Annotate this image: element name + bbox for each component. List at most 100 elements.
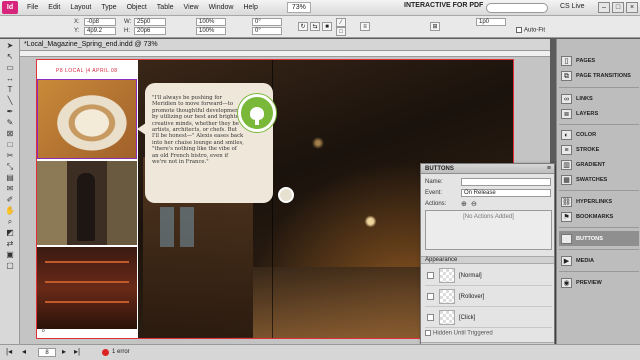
menu-view[interactable]: View [179, 4, 204, 11]
cs-live-button[interactable]: CS Live [560, 3, 585, 10]
buttons-panel-title[interactable]: BUTTONS [421, 164, 554, 174]
stroke-icon: ≡ [561, 144, 572, 155]
menu-type[interactable]: Type [96, 4, 121, 11]
type-tool-icon[interactable]: T [3, 85, 17, 94]
flip-icon[interactable]: ⇆ [310, 22, 320, 31]
minimize-icon[interactable]: – [598, 2, 610, 13]
page-tool-icon[interactable]: ▭ [3, 63, 17, 72]
stroke-none-icon[interactable]: ⁄ [336, 18, 346, 27]
next-page-icon[interactable]: ▸ [62, 347, 66, 356]
stroke-weight-field[interactable]: 1p0 [476, 18, 506, 26]
apply-color-icon[interactable]: ▣ [3, 250, 17, 259]
scissors-tool-icon[interactable]: ✂ [3, 151, 17, 160]
dock-color[interactable]: ◐ COLOR [559, 127, 639, 142]
state-checkbox[interactable] [427, 314, 434, 321]
rotate-cw-icon[interactable]: ↻ [298, 22, 308, 31]
button-name-field[interactable] [461, 178, 551, 186]
state-checkbox[interactable] [427, 293, 434, 300]
search-input[interactable] [486, 3, 548, 13]
state-checkbox[interactable] [427, 272, 434, 279]
dock-media[interactable]: ▶ MEDIA [559, 253, 639, 268]
quote-text[interactable]: "I'll always be pushing for Meridien to … [152, 95, 244, 165]
dock-pages[interactable]: ▯ PAGES [559, 53, 639, 68]
prev-page-icon[interactable]: ◂ [22, 347, 26, 356]
shear-field[interactable]: 0° [252, 27, 282, 35]
first-page-icon[interactable]: |◂ [6, 347, 12, 356]
close-icon[interactable]: × [626, 2, 638, 13]
woman-portrait-image[interactable] [37, 161, 137, 245]
rect-frame-tool-icon[interactable]: ⊠ [3, 129, 17, 138]
w-label: W: [124, 19, 132, 25]
menu-table[interactable]: Table [152, 4, 179, 11]
dock-swatches[interactable]: ▦ SWATCHES [559, 172, 639, 187]
view-mode-icon[interactable]: ▢ [3, 261, 17, 270]
direct-selection-icon[interactable]: ↖ [3, 52, 17, 61]
fill-stroke-icon[interactable]: ◩ [3, 228, 17, 237]
dock-hyperlinks[interactable]: ⛓ HYPERLINKS [559, 194, 639, 209]
dock-preview[interactable]: ◉ PREVIEW [559, 275, 639, 290]
menu-file[interactable]: File [22, 4, 43, 11]
dock-links[interactable]: ∞ LINKS [559, 91, 639, 106]
actions-list[interactable]: [No Actions Added] [425, 210, 552, 250]
dock-page-transitions[interactable]: ⧉ PAGE TRANSITIONS [559, 68, 639, 83]
dock-buttons[interactable]: ⬚ BUTTONS [559, 231, 639, 246]
scale-x-field[interactable]: 100% [196, 18, 226, 26]
rotate-field[interactable]: 0° [252, 18, 282, 26]
x-position-field[interactable]: -0p8 [84, 18, 116, 26]
menu-help[interactable]: Help [238, 4, 262, 11]
gradient-tool-icon[interactable]: ▤ [3, 173, 17, 182]
state-rollover[interactable]: [Rollover] [425, 287, 552, 307]
state-click[interactable]: [Click] [425, 308, 552, 328]
hand-tool-icon[interactable]: ✋ [3, 206, 17, 215]
state-normal[interactable]: [Normal] [425, 266, 552, 286]
preflight-status[interactable]: 1 error [112, 349, 130, 355]
lounge-interior-image[interactable] [37, 247, 137, 329]
x-label: X: [74, 19, 80, 25]
dock-gradient[interactable]: ▥ GRADIENT [559, 157, 639, 172]
menu-window[interactable]: Window [204, 4, 239, 11]
maximize-icon[interactable]: □ [612, 2, 624, 13]
workspace-switcher[interactable]: INTERACTIVE FOR PDF [404, 2, 483, 9]
dock-layers[interactable]: ≣ LAYERS [559, 106, 639, 121]
preflight-error-icon[interactable] [102, 349, 109, 356]
rectangle-tool-icon[interactable]: □ [3, 140, 17, 149]
zoom-tool-icon[interactable]: ⌕ [3, 217, 17, 226]
zoom-level-field[interactable]: 73% [286, 2, 311, 13]
stroke-color-icon[interactable]: □ [336, 27, 346, 36]
remove-action-icon[interactable]: ⊖ [471, 200, 477, 208]
no-actions-text: [No Actions Added] [463, 214, 514, 220]
status-bar: |◂ ◂ 8 ▸ ▸| 1 error [0, 344, 640, 360]
add-action-icon[interactable]: ⊕ [461, 200, 467, 208]
width-field[interactable]: 25p0 [134, 18, 166, 26]
menu-layout[interactable]: Layout [65, 4, 96, 11]
autofit-checkbox[interactable]: Auto-Fit [516, 27, 545, 34]
height-field[interactable]: 20p6 [134, 27, 166, 35]
button-badge-icon[interactable] [278, 187, 294, 203]
tree-icon[interactable] [238, 94, 276, 132]
fill-icon[interactable]: ■ [322, 22, 332, 31]
frame-fit-icon[interactable]: ⊞ [430, 22, 440, 31]
scale-y-field[interactable]: 100% [196, 27, 226, 35]
dock-bookmarks[interactable]: ⚑ BOOKMARKS [559, 209, 639, 224]
y-position-field[interactable]: 4p9.2 [84, 27, 116, 35]
document-tab[interactable]: *Local_Magazine_Spring_end.indd @ 73% [20, 39, 550, 51]
pen-tool-icon[interactable]: ✒ [3, 107, 17, 116]
menu-edit[interactable]: Edit [43, 4, 65, 11]
align-icon[interactable]: ≡ [360, 22, 370, 31]
gap-tool-icon[interactable]: ↔ [3, 74, 17, 83]
line-tool-icon[interactable]: ╲ [3, 96, 17, 105]
hidden-until-triggered-checkbox[interactable]: Hidden Until Triggered [425, 330, 493, 337]
eyedropper-tool-icon[interactable]: ✐ [3, 195, 17, 204]
note-tool-icon[interactable]: ✉ [3, 184, 17, 193]
panel-menu-icon[interactable]: ≡ [547, 165, 551, 172]
selection-tool-icon[interactable]: ➤ [3, 41, 17, 50]
free-transform-icon[interactable]: ⤡ [3, 162, 17, 171]
dock-stroke[interactable]: ≡ STROKE [559, 142, 639, 157]
pencil-tool-icon[interactable]: ✎ [3, 118, 17, 127]
page-number-field[interactable]: 8 [38, 348, 56, 357]
swap-icon[interactable]: ⇄ [3, 239, 17, 248]
last-page-icon[interactable]: ▸| [74, 347, 80, 356]
event-dropdown[interactable]: On Release [461, 189, 551, 197]
coffee-cup-image[interactable] [37, 79, 137, 159]
menu-object[interactable]: Object [122, 4, 152, 11]
